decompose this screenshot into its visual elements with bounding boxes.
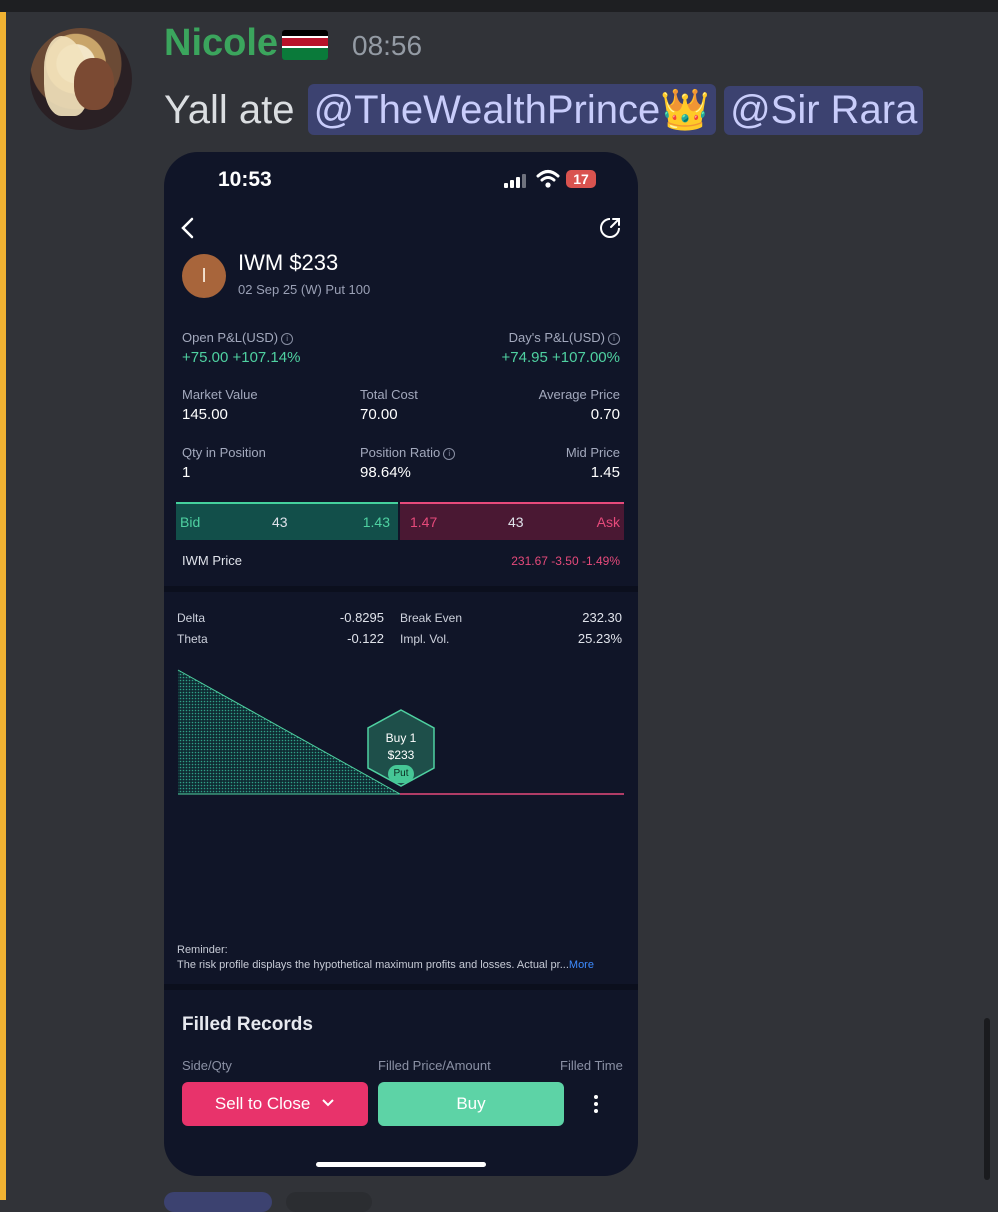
theta-label: Theta [177, 632, 208, 646]
ask-size: 43 [508, 514, 524, 530]
market-value-label: Market Value [182, 387, 258, 402]
username[interactable]: Nicole [164, 22, 278, 65]
more-options-icon[interactable] [590, 1092, 602, 1116]
info-icon[interactable]: i [608, 333, 620, 345]
wifi-icon [536, 170, 560, 188]
underlying-price-value: 231.67 -3.50 -1.49% [511, 554, 620, 568]
message-text: Yall ate @TheWealthPrince👑 @Sir Rara [164, 84, 924, 135]
position-ratio-label: Position Ratio i [360, 445, 456, 460]
marker-line1: Buy 1 [385, 731, 417, 745]
open-pl-label: Open P&L(USD) i [182, 330, 294, 345]
reminder-text: The risk profile displays the hypothetic… [177, 959, 594, 971]
total-cost: 70.00 [360, 406, 398, 423]
ask-price: 1.47 [410, 514, 438, 530]
info-icon[interactable]: i [443, 448, 456, 460]
bid-bar[interactable]: Bid 43 1.43 [176, 502, 398, 540]
message-timestamp: 08:56 [352, 30, 423, 61]
status-time: 10:53 [218, 168, 272, 191]
battery-icon: 17 [566, 170, 596, 188]
mention-sir-rara[interactable]: @Sir Rara [724, 86, 924, 135]
chevron-down-icon [322, 1099, 334, 1107]
reminder-title: Reminder: [177, 944, 228, 956]
col-filled-price: Filled Price/Amount [378, 1058, 491, 1073]
attached-screenshot[interactable]: 10:53 17 I IWM $233 02 Sep 25 (W) Put 10… [164, 152, 638, 1176]
avg-price-label: Average Price [538, 387, 620, 402]
more-link[interactable]: More [569, 959, 594, 971]
message-body: Yall ate [164, 88, 295, 132]
break-even-value: 232.30 [582, 610, 622, 625]
ticker-badge: I [182, 254, 226, 298]
scrollbar-thumb[interactable] [984, 1018, 990, 1180]
contract-subtitle: 02 Sep 25 (W) Put 100 [238, 282, 371, 297]
bid-size: 43 [272, 514, 288, 530]
mid-price: 1.45 [590, 464, 620, 481]
delta-value: -0.8295 [339, 610, 384, 625]
mid-price-label: Mid Price [565, 445, 620, 460]
sell-button-label: Sell to Close [214, 1094, 311, 1113]
buy-button[interactable]: Buy [378, 1082, 564, 1126]
highlight-accent-bar [0, 12, 6, 1200]
marker-line2: $233 [387, 748, 415, 762]
col-side-qty: Side/Qty [182, 1058, 232, 1073]
day-pl-label: Day's P&L(USD) i [464, 330, 620, 345]
kenya-flag-icon [282, 30, 328, 60]
position-ratio: 98.64% [360, 464, 411, 481]
ask-bar[interactable]: 1.47 43 Ask [400, 502, 624, 540]
filled-records-heading: Filled Records [182, 1014, 313, 1035]
back-chevron-icon[interactable] [178, 216, 198, 240]
qty-label: Qty in Position [182, 445, 266, 460]
day-pl-value: +74.95 +107.00% [501, 349, 620, 366]
home-indicator [316, 1162, 486, 1167]
break-even-label: Break Even [400, 611, 463, 625]
bid-price: 1.43 [362, 514, 390, 530]
reaction-chip[interactable] [286, 1192, 372, 1212]
reaction-chip[interactable] [164, 1192, 272, 1212]
total-cost-label: Total Cost [360, 387, 418, 402]
divider [164, 586, 638, 592]
put-tag: Put [388, 765, 414, 783]
qty-value: 1 [182, 464, 191, 481]
open-pl-value: +75.00 +107.14% [182, 349, 301, 366]
signal-icon [504, 174, 526, 188]
avg-price: 0.70 [590, 406, 620, 423]
contract-title: IWM $233 [238, 250, 339, 275]
impl-vol-label: Impl. Vol. [400, 632, 450, 646]
ask-label: Ask [596, 514, 620, 530]
sell-to-close-button[interactable]: Sell to Close [182, 1082, 368, 1126]
bid-label: Bid [180, 514, 201, 530]
top-bar [0, 0, 998, 12]
col-filled-time: Filled Time [560, 1058, 623, 1073]
share-icon[interactable] [598, 216, 622, 240]
info-icon[interactable]: i [281, 333, 294, 345]
mention-thewealthprince[interactable]: @TheWealthPrince👑 [307, 84, 717, 135]
underlying-price-label: IWM Price [182, 553, 242, 568]
impl-vol-value: 25.23% [577, 631, 622, 646]
theta-value: -0.122 [347, 631, 384, 646]
divider [164, 984, 638, 990]
avatar[interactable] [30, 28, 132, 130]
market-value: 145.00 [182, 406, 228, 423]
delta-label: Delta [177, 611, 206, 625]
